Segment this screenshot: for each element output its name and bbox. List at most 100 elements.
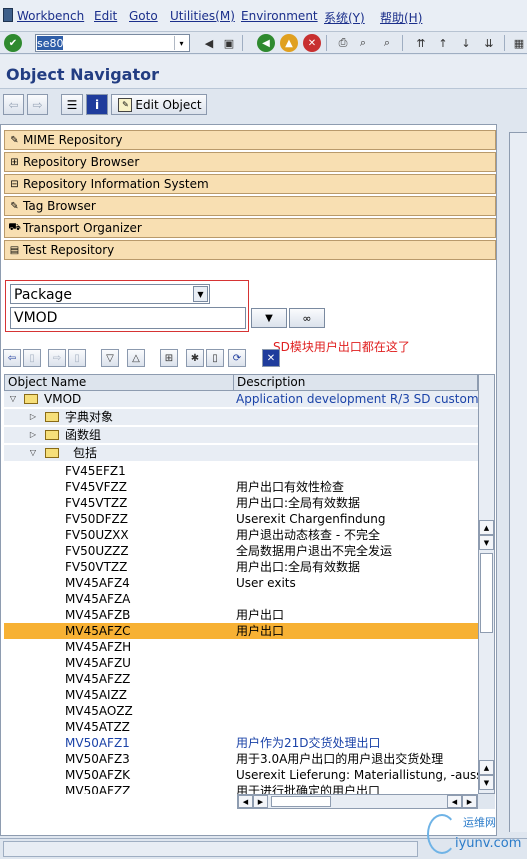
expanded-icon[interactable]: ▽	[8, 391, 18, 407]
scroll-left-icon[interactable]: ◀	[447, 795, 462, 808]
horizontal-scrollbar[interactable]: ◀ ▶ ◀ ▶	[237, 794, 478, 809]
copy-icon[interactable]: ▯	[206, 349, 224, 367]
scroll-up-icon[interactable]: ▲	[479, 520, 494, 535]
table-row[interactable]: FV45EFZ1	[4, 463, 478, 479]
table-row[interactable]: MV45AFZZ	[4, 671, 478, 687]
enter-icon[interactable]: ✔	[4, 34, 22, 52]
next-icon[interactable]: ▯	[68, 349, 86, 367]
table-row[interactable]: MV50AFZ1 用户作为21D交货处理出口	[4, 735, 478, 751]
include-name: MV50AFZZ	[65, 784, 131, 794]
edit-object-button[interactable]: ✎ Edit Object	[111, 94, 207, 115]
scroll-right-icon[interactable]: ▶	[462, 795, 477, 808]
first-page-icon[interactable]: ⇈	[412, 34, 430, 52]
tree-folder-includes[interactable]: ▽ 包括	[4, 445, 478, 461]
expanded-icon[interactable]: ▽	[28, 445, 38, 461]
glasses-icon[interactable]: ∞	[289, 308, 325, 328]
command-field[interactable]: ▾	[35, 34, 190, 52]
table-row[interactable]: MV45AFZ4 User exits	[4, 575, 478, 591]
scroll-left-icon[interactable]: ◀	[238, 795, 253, 808]
system-menu-icon[interactable]	[3, 8, 13, 22]
menu-goto[interactable]: Goto	[129, 9, 158, 23]
tree-folder-function-groups[interactable]: ▷ 函数组	[4, 427, 478, 443]
menu-utilities[interactable]: Utilities(M)	[170, 9, 235, 23]
object-selection-frame: Package ▼ VMOD	[5, 280, 249, 332]
settings-icon[interactable]: ✱	[186, 349, 204, 367]
back-icon[interactable]: ◀	[257, 34, 275, 52]
include-description: 用于进行批确定的用户出口	[236, 784, 381, 794]
table-row[interactable]: MV45AFZH	[4, 639, 478, 655]
menu-workbench[interactable]: Workbench	[17, 9, 84, 23]
last-page-icon[interactable]: ⇊	[480, 34, 498, 52]
vertical-scrollbar[interactable]: ▲ ▼ ▲ ▼	[478, 374, 495, 794]
next-object-button[interactable]: ⇨	[27, 94, 48, 115]
forward-arrow-icon[interactable]: ⇨	[48, 349, 66, 367]
back-arrow-icon[interactable]: ⇦	[3, 349, 21, 367]
table-row[interactable]: FV50UZXX 用户退出动态核查 - 不完全	[4, 527, 478, 543]
table-row[interactable]: FV45VTZZ 用户出口:全局有效数据	[4, 495, 478, 511]
refresh-icon[interactable]: ⟳	[228, 349, 246, 367]
column-description[interactable]: Description	[234, 375, 477, 390]
back-arrow-icon[interactable]: ◀	[200, 34, 218, 52]
table-row[interactable]: MV45AIZZ	[4, 687, 478, 703]
menu-environment[interactable]: Environment	[241, 9, 318, 23]
close-icon[interactable]: ✕	[262, 349, 280, 367]
browser-mime-repository[interactable]: ✎ MIME Repository	[4, 130, 496, 150]
scroll-right-icon[interactable]: ▶	[253, 795, 268, 808]
scroll-up-icon[interactable]: ▲	[479, 760, 494, 775]
table-row[interactable]: FV45VFZZ 用户出口有效性检查	[4, 479, 478, 495]
browser-test-repository[interactable]: ▤ Test Repository	[4, 240, 496, 260]
browser-repository-information-system[interactable]: ⊟ Repository Information System	[4, 174, 496, 194]
table-row[interactable]: FV50VTZZ 用户出口:全局有效数据	[4, 559, 478, 575]
chevron-down-icon[interactable]: ▼	[193, 286, 208, 302]
collapsed-icon[interactable]: ▷	[28, 427, 38, 443]
table-row[interactable]: MV45AFZU	[4, 655, 478, 671]
table-row[interactable]: MV45ATZZ	[4, 719, 478, 735]
next-page-icon[interactable]: ↓	[457, 34, 475, 52]
object-name-field[interactable]: VMOD	[10, 307, 246, 329]
node-name: 包括	[73, 446, 98, 460]
table-row[interactable]: FV50UZZZ 全局数据用户退出不完全发运	[4, 543, 478, 559]
print-icon[interactable]: ⎙	[334, 34, 352, 52]
expand-icon[interactable]: △	[127, 349, 145, 367]
browser-repository-browser[interactable]: ⊞ Repository Browser	[4, 152, 496, 172]
table-row[interactable]: FV50DFZZ Userexit Chargenfindung	[4, 511, 478, 527]
table-row[interactable]: MV45AFZC 用户出口	[4, 623, 478, 639]
include-description: 用户出口:全局有效数据	[236, 496, 361, 510]
save-icon[interactable]: ▣	[220, 34, 238, 52]
previous-object-button[interactable]: ⇦	[3, 94, 24, 115]
table-row[interactable]: MV50AFZZ 用于进行批确定的用户出口	[4, 783, 478, 794]
previous-icon[interactable]: ▯	[23, 349, 41, 367]
tree-folder-dictionary[interactable]: ▷ 字典对象	[4, 409, 478, 425]
object-list-icon[interactable]: ⊞	[160, 349, 178, 367]
object-type-select[interactable]: Package ▼	[10, 284, 210, 304]
menu-system[interactable]: 系统(Y)	[324, 9, 365, 26]
collapse-icon[interactable]: ▽	[101, 349, 119, 367]
command-input[interactable]	[37, 36, 63, 50]
table-row[interactable]: MV50AFZK Userexit Lieferung: Materiallist…	[4, 767, 478, 783]
find-next-icon[interactable]: ⌕	[378, 34, 396, 52]
command-history-icon[interactable]: ▾	[174, 36, 188, 50]
new-session-icon[interactable]: ▦	[510, 34, 527, 52]
info-icon[interactable]: i	[86, 94, 108, 115]
menu-help[interactable]: 帮助(H)	[380, 9, 422, 26]
table-row[interactable]: MV45AFZB 用户出口	[4, 607, 478, 623]
column-object-name[interactable]: Object Name	[5, 375, 234, 390]
display-button[interactable]: ▼	[251, 308, 287, 328]
browser-transport-organizer[interactable]: ⛟ Transport Organizer	[4, 218, 496, 238]
browser-tag-browser[interactable]: ✎ Tag Browser	[4, 196, 496, 216]
table-row[interactable]: MV45AFZA	[4, 591, 478, 607]
table-row[interactable]: MV50AFZ3 用于3.0A用户出口的用户退出交货处理	[4, 751, 478, 767]
menu-edit[interactable]: Edit	[94, 9, 117, 23]
hierarchy-button[interactable]: ☰	[61, 94, 83, 115]
exit-icon[interactable]: ▲	[280, 34, 298, 52]
find-icon[interactable]: ⌕	[354, 34, 372, 52]
scroll-down-icon[interactable]: ▼	[479, 775, 494, 790]
scroll-thumb[interactable]	[271, 796, 331, 807]
scroll-down-icon[interactable]: ▼	[479, 535, 494, 550]
table-row[interactable]: MV45AOZZ	[4, 703, 478, 719]
scroll-thumb[interactable]	[480, 553, 493, 633]
previous-page-icon[interactable]: ↑	[434, 34, 452, 52]
cancel-icon[interactable]: ✕	[303, 34, 321, 52]
tree-root-node[interactable]: ▽ VMOD Application development R/3 SD cu…	[4, 391, 478, 407]
collapsed-icon[interactable]: ▷	[28, 409, 38, 425]
